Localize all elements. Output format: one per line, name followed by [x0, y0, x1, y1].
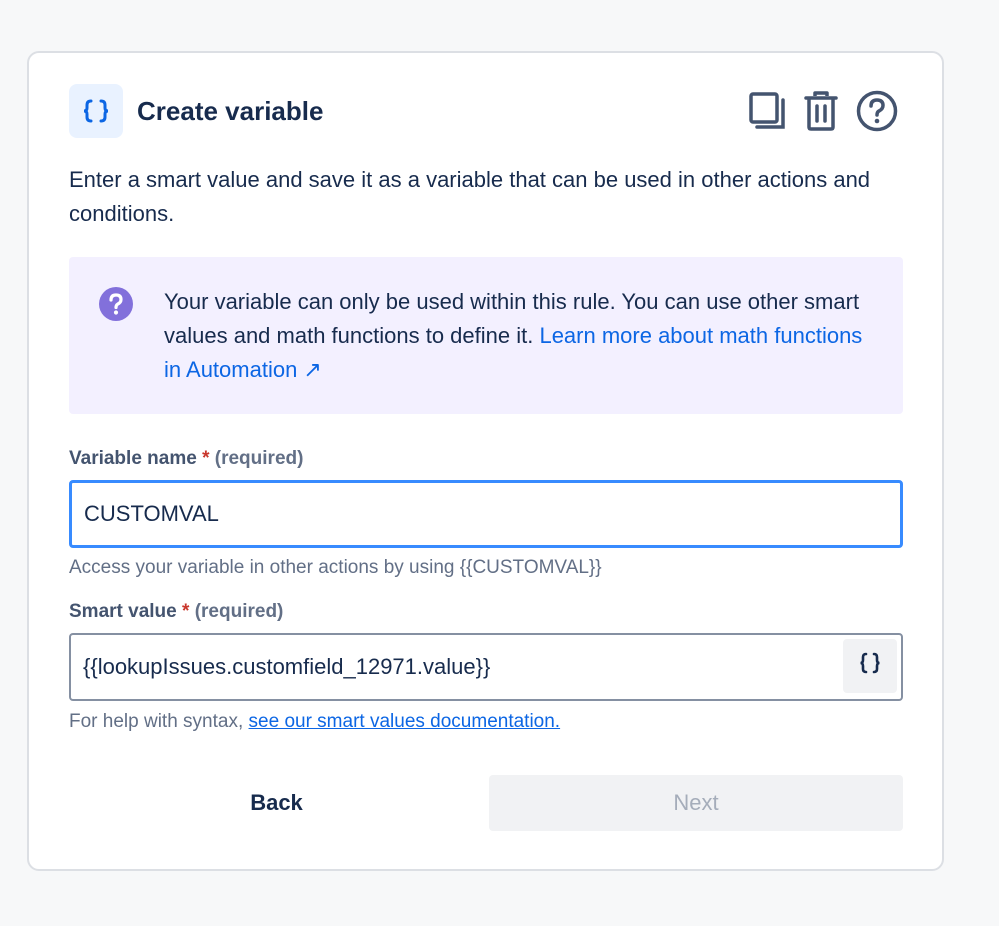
dialog-title: Create variable [137, 95, 324, 126]
required-star: * [202, 448, 210, 469]
curly-braces-icon [69, 84, 123, 138]
smart-value-label: Smart value * (required) [69, 601, 283, 623]
dialog-description: Enter a smart value and save it as a var… [69, 167, 871, 226]
variable-name-label-text: Variable name [69, 448, 197, 469]
info-section-message: Your variable can only be used within th… [69, 257, 903, 414]
smart-value-helper-text: For help with syntax, [69, 711, 249, 732]
help-icon[interactable] [855, 89, 899, 133]
smart-value-label-text: Smart value [69, 601, 177, 622]
smart-value-value: {{lookupIssues.customfield_12971.value}} [83, 654, 491, 679]
smart-values-docs-link[interactable]: see our smart values documentation. [249, 711, 561, 732]
duplicate-icon[interactable] [747, 89, 787, 133]
back-button[interactable]: Back [69, 775, 484, 831]
smart-value-helper: For help with syntax, see our smart valu… [69, 711, 560, 733]
question-icon [98, 286, 134, 327]
insert-smart-value-button[interactable] [843, 639, 897, 693]
dialog-header: Create variable [69, 83, 899, 139]
next-button[interactable]: Next [489, 775, 903, 831]
required-text: (required) [214, 448, 304, 469]
variable-name-value: CUSTOMVAL [84, 501, 219, 526]
variable-name-input[interactable]: CUSTOMVAL [69, 480, 903, 548]
required-star: * [182, 601, 190, 622]
info-text: Your variable can only be used within th… [164, 285, 884, 387]
create-variable-dialog: Create variable Enter a smart value and … [27, 51, 944, 871]
variable-name-label: Variable name * (required) [69, 448, 303, 470]
variable-name-helper: Access your variable in other actions by… [69, 557, 602, 578]
smart-value-input[interactable]: {{lookupIssues.customfield_12971.value}} [69, 633, 903, 701]
trash-icon[interactable] [801, 89, 841, 133]
required-text: (required) [194, 601, 284, 622]
header-actions [747, 83, 899, 139]
curly-braces-icon [856, 649, 884, 683]
